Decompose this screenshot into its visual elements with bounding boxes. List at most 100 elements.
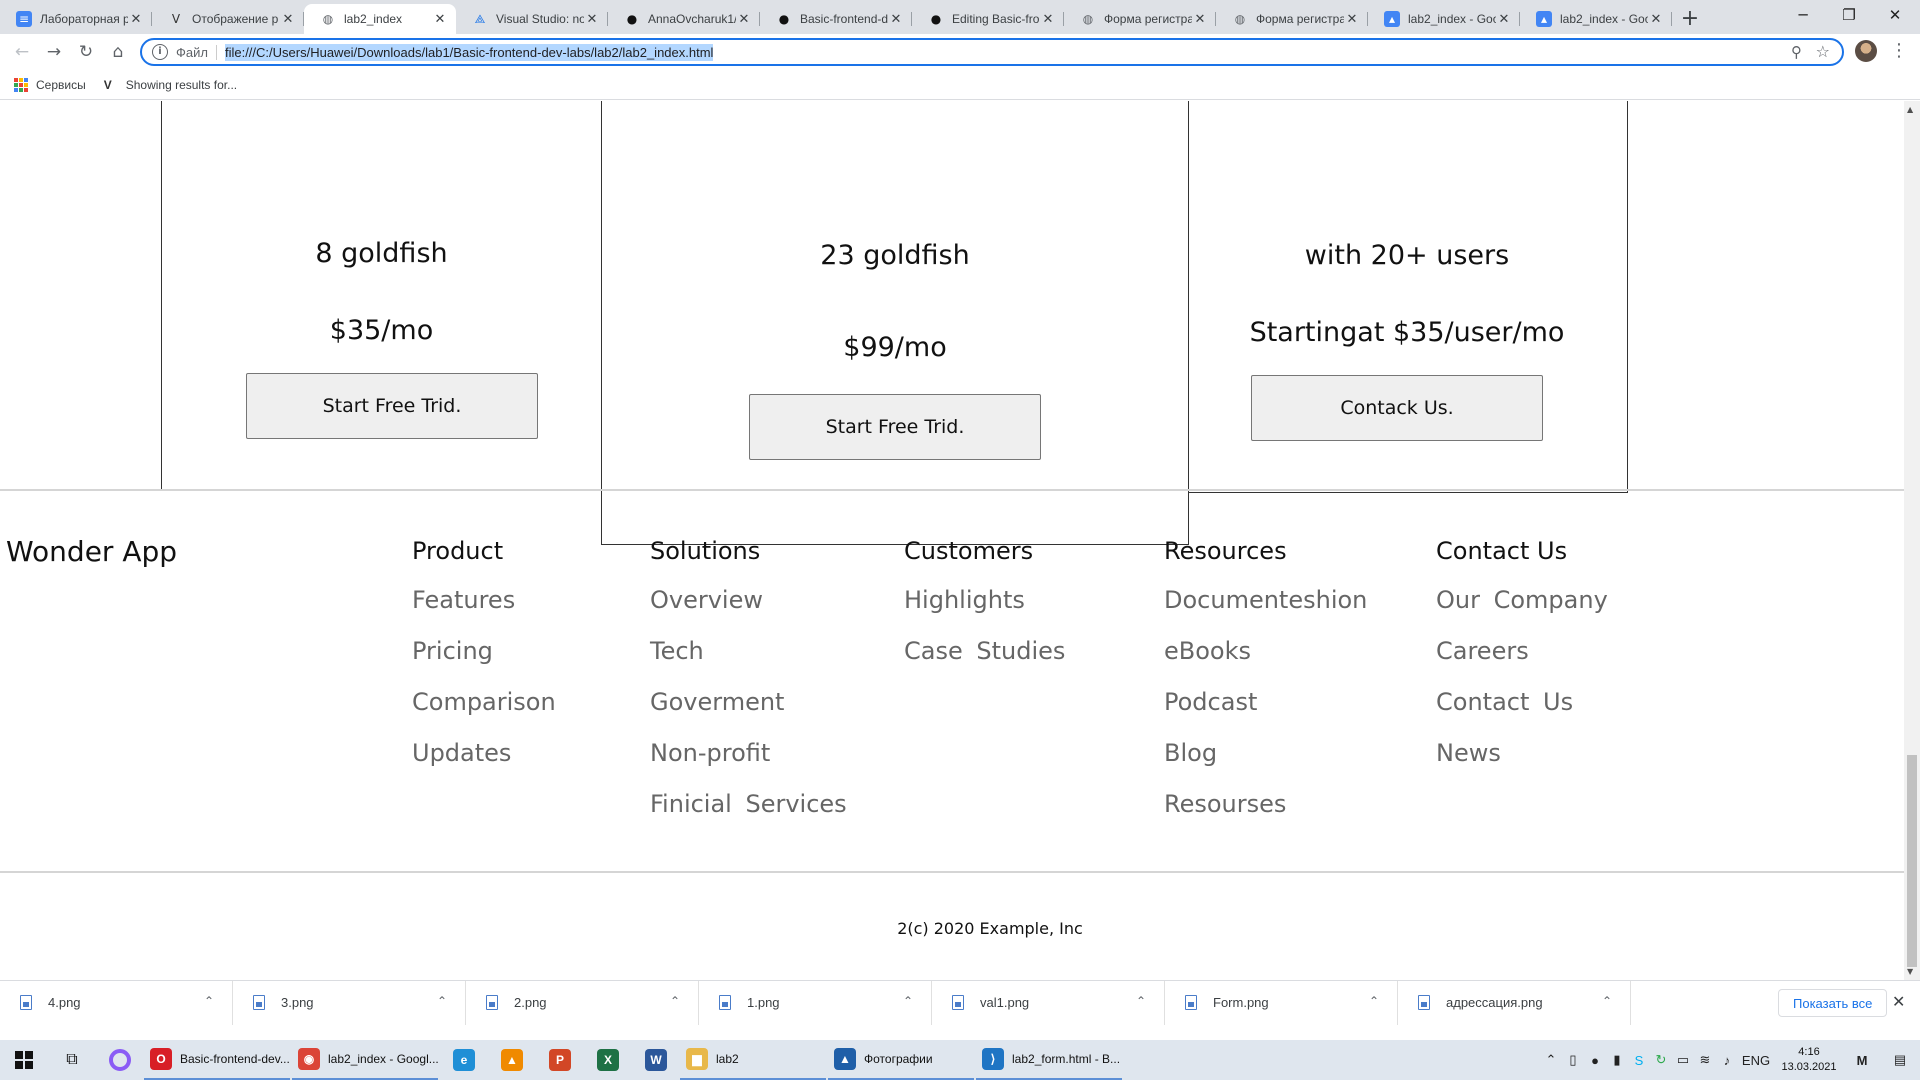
scroll-down-arrow-icon[interactable]: ▼ xyxy=(1907,967,1913,976)
tab-close-icon[interactable]: ✕ xyxy=(888,12,904,27)
url-text[interactable]: file:///C:/Users/Huawei/Downloads/lab1/B… xyxy=(224,43,714,61)
download-item[interactable]: Form.png ⌃ xyxy=(1165,980,1398,1025)
new-tab-button[interactable]: + xyxy=(1676,4,1704,32)
chevron-up-icon[interactable]: ⌃ xyxy=(1540,1052,1562,1068)
start-free-trial-button[interactable]: Start Free Trid. xyxy=(749,394,1041,460)
tab-close-icon[interactable]: ✕ xyxy=(280,12,296,27)
footer-link[interactable]: News xyxy=(1436,738,1608,789)
chevron-up-icon[interactable]: ⌃ xyxy=(1369,994,1379,1008)
browser-tab[interactable]: ▴ lab2_index - Goo ✕ xyxy=(1368,4,1520,34)
footer-link[interactable]: Features xyxy=(412,585,556,636)
zoom-icon[interactable]: ⚲ xyxy=(1791,43,1802,61)
skype-icon[interactable]: S xyxy=(1628,1053,1650,1068)
browser-tab[interactable]: ● Editing Basic-fro ✕ xyxy=(912,4,1064,34)
tab-close-icon[interactable]: ✕ xyxy=(128,12,144,27)
browser-tab[interactable]: V Отображение р ✕ xyxy=(152,4,304,34)
page-scrollbar[interactable]: ▲ ▼ xyxy=(1904,101,1920,980)
tab-close-icon[interactable]: ✕ xyxy=(1496,12,1512,27)
taskbar-app[interactable]: ◉ lab2_index - Googl... xyxy=(292,1040,438,1080)
chevron-up-icon[interactable]: ⌃ xyxy=(1136,994,1146,1008)
wifi-icon[interactable]: ≋ xyxy=(1694,1052,1716,1068)
tab-close-icon[interactable]: ✕ xyxy=(432,12,448,27)
edge-icon[interactable]: e xyxy=(440,1040,488,1080)
download-item[interactable]: адрессация.png ⌃ xyxy=(1398,980,1631,1025)
clock[interactable]: 4:16 13.03.2021 xyxy=(1774,1045,1844,1075)
footer-link[interactable]: Pricing xyxy=(412,636,556,687)
close-window-button[interactable]: ✕ xyxy=(1872,0,1918,30)
info-icon[interactable]: i xyxy=(152,44,168,60)
footer-link[interactable]: Documenteshion xyxy=(1164,585,1367,636)
tab-close-icon[interactable]: ✕ xyxy=(1648,12,1664,27)
minimize-button[interactable]: ─ xyxy=(1780,0,1826,30)
scroll-up-arrow-icon[interactable]: ▲ xyxy=(1907,105,1913,114)
word-icon[interactable]: W xyxy=(632,1040,680,1080)
tab-close-icon[interactable]: ✕ xyxy=(584,12,600,27)
language-indicator[interactable]: ENG xyxy=(1738,1053,1774,1068)
volume-icon[interactable]: ♪ xyxy=(1716,1053,1738,1068)
download-item[interactable]: 3.png ⌃ xyxy=(233,980,466,1025)
download-item[interactable]: 4.png ⌃ xyxy=(0,980,233,1025)
profile-avatar[interactable] xyxy=(1855,40,1877,62)
close-downloads-icon[interactable]: ✕ xyxy=(1892,992,1905,1011)
alice-assistant-icon[interactable] xyxy=(96,1040,144,1080)
taskbar-app[interactable]: O Basic-frontend-dev... xyxy=(144,1040,290,1080)
tab-close-icon[interactable]: ✕ xyxy=(1040,12,1056,27)
footer-link[interactable]: Resourses xyxy=(1164,789,1367,840)
browser-tab[interactable]: ● AnnaOvcharuk1/✕ xyxy=(608,4,760,34)
download-item[interactable]: 1.png ⌃ xyxy=(699,980,932,1025)
back-icon[interactable]: ← xyxy=(6,36,38,68)
bookmark-apps[interactable]: Сервисы xyxy=(14,77,86,92)
footer-link[interactable]: Finicial Services xyxy=(650,789,847,840)
start-free-trial-button[interactable]: Start Free Trid. xyxy=(246,373,538,439)
footer-link[interactable]: Podcast xyxy=(1164,687,1367,738)
taskbar-app[interactable]: ▲ Фотографии xyxy=(828,1040,974,1080)
address-bar[interactable]: i Файл file:///C:/Users/Huawei/Downloads… xyxy=(140,38,1844,66)
phone-icon[interactable]: ▮ xyxy=(1606,1052,1628,1068)
footer-link[interactable]: Case Studies xyxy=(904,636,1065,687)
task-view-icon[interactable]: ⧉ xyxy=(48,1040,96,1080)
notifications-icon[interactable]: ▤ xyxy=(1880,1052,1920,1068)
tab-close-icon[interactable]: ✕ xyxy=(1344,12,1360,27)
footer-link[interactable]: Tech xyxy=(650,636,847,687)
taskbar-app[interactable]: ▆ lab2 xyxy=(680,1040,826,1080)
windows-start-icon[interactable] xyxy=(0,1040,48,1080)
chevron-up-icon[interactable]: ⌃ xyxy=(1602,994,1612,1008)
forward-icon[interactable]: → xyxy=(38,36,70,68)
taskbar-app[interactable]: ⟩ lab2_form.html - B... xyxy=(976,1040,1122,1080)
footer-link[interactable]: Goverment xyxy=(650,687,847,738)
contact-us-button[interactable]: Contack Us. xyxy=(1251,375,1543,441)
browser-tab[interactable]: ▴ lab2_index - Goo ✕ xyxy=(1520,4,1672,34)
footer-link[interactable]: eBooks xyxy=(1164,636,1367,687)
footer-link[interactable]: Overview xyxy=(650,585,847,636)
vlc-icon[interactable]: ▲ xyxy=(488,1040,536,1080)
footer-link[interactable]: Comparison xyxy=(412,687,556,738)
browser-tab[interactable]: ◍ Форма регистра ✕ xyxy=(1216,4,1368,34)
download-item[interactable]: 2.png ⌃ xyxy=(466,980,699,1025)
footer-link[interactable]: Contact Us xyxy=(1436,687,1608,738)
maximize-button[interactable]: ❐ xyxy=(1826,0,1872,30)
tab-close-icon[interactable]: ✕ xyxy=(1192,12,1208,27)
bookmark-star-icon[interactable]: ☆ xyxy=(1816,42,1830,61)
battery-icon[interactable]: ▭ xyxy=(1672,1052,1694,1068)
menu-dots-icon[interactable]: ⋮ xyxy=(1890,40,1908,61)
footer-link[interactable]: Non-profit xyxy=(650,738,847,789)
microphone-icon[interactable]: ● xyxy=(1584,1053,1606,1068)
footer-link[interactable]: Careers xyxy=(1436,636,1608,687)
browser-tab[interactable]: ◍ lab2_index ✕ xyxy=(304,4,456,34)
show-all-downloads-button[interactable]: Показать все xyxy=(1778,989,1888,1017)
powerpoint-icon[interactable]: P xyxy=(536,1040,584,1080)
browser-tab[interactable]: ◍ Форма регистра ✕ xyxy=(1064,4,1216,34)
footer-link[interactable]: Our Company xyxy=(1436,585,1608,636)
bookmark-item[interactable]: V Showing results for... xyxy=(104,78,237,92)
scroll-thumb[interactable] xyxy=(1907,755,1917,967)
excel-icon[interactable]: X xyxy=(584,1040,632,1080)
chevron-up-icon[interactable]: ⌃ xyxy=(903,994,913,1008)
footer-link[interactable]: Updates xyxy=(412,738,556,789)
browser-tab[interactable]: ● Basic-frontend-d ✕ xyxy=(760,4,912,34)
tab-close-icon[interactable]: ✕ xyxy=(736,12,752,27)
chevron-up-icon[interactable]: ⌃ xyxy=(437,994,447,1008)
chevron-up-icon[interactable]: ⌃ xyxy=(670,994,680,1008)
browser-tab[interactable]: ≡ Лабораторная р ✕ xyxy=(0,4,152,34)
reload-icon[interactable]: ↻ xyxy=(70,36,102,68)
chevron-up-icon[interactable]: ⌃ xyxy=(204,994,214,1008)
